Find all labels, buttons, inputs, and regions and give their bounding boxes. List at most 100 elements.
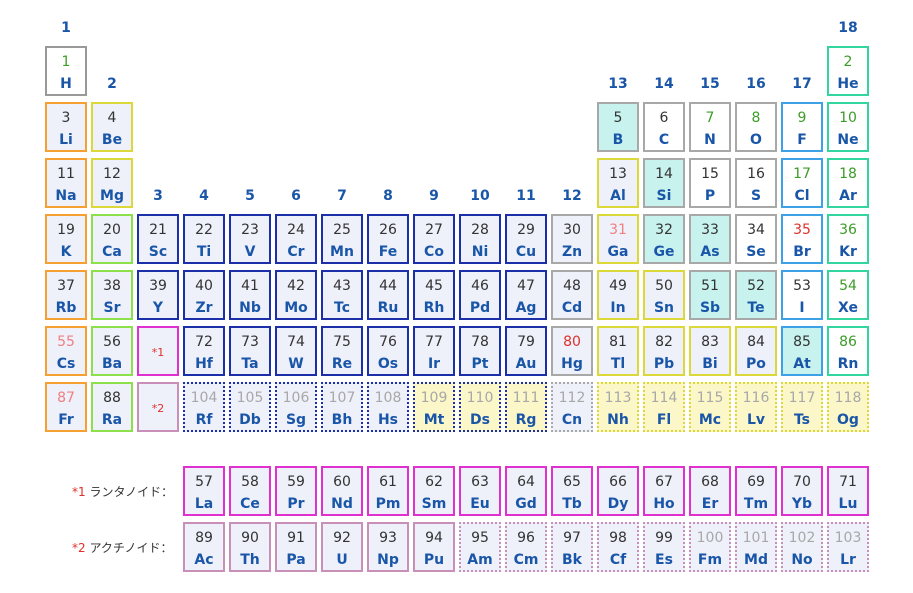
element-cell-la[interactable]: 57 La <box>183 466 225 516</box>
element-cell-o[interactable]: 8O <box>735 102 777 152</box>
element-cell-s[interactable]: 16 S <box>735 158 777 208</box>
element-cell-f[interactable]: 9F <box>781 102 823 152</box>
element-cell-gd[interactable]: 64 Gd <box>505 466 547 516</box>
element-cell-cr[interactable]: 24 Cr <box>275 214 317 264</box>
series-placeholder-cell[interactable]: *2 <box>137 382 179 432</box>
element-cell-eu[interactable]: 63 Eu <box>459 466 501 516</box>
element-cell-li[interactable]: 3 Li <box>45 102 87 152</box>
element-cell-dy[interactable]: 66 Dy <box>597 466 639 516</box>
element-cell-ir[interactable]: 77 Ir <box>413 326 455 376</box>
element-cell-rn[interactable]: 86 Rn <box>827 326 869 376</box>
element-cell-sc[interactable]: 21 Sc <box>137 214 179 264</box>
series-placeholder-cell[interactable]: *1 <box>137 326 179 376</box>
element-cell-n[interactable]: 7N <box>689 102 731 152</box>
element-cell-lv[interactable]: 116 Lv <box>735 382 777 432</box>
element-cell-re[interactable]: 75 Re <box>321 326 363 376</box>
element-cell-as[interactable]: 33 As <box>689 214 731 264</box>
element-cell-cl[interactable]: 17 Cl <box>781 158 823 208</box>
element-cell-rg[interactable]: 111 Rg <box>505 382 547 432</box>
element-cell-ts[interactable]: 117 Ts <box>781 382 823 432</box>
element-cell-k[interactable]: 19 K <box>45 214 87 264</box>
element-cell-v[interactable]: 23 V <box>229 214 271 264</box>
element-cell-zr[interactable]: 40 Zr <box>183 270 225 320</box>
element-cell-lr[interactable]: 103 Lr <box>827 522 869 572</box>
element-cell-cu[interactable]: 29 Cu <box>505 214 547 264</box>
element-cell-rb[interactable]: 37 Rb <box>45 270 87 320</box>
element-cell-po[interactable]: 84 Po <box>735 326 777 376</box>
element-cell-fr[interactable]: 87 Fr <box>45 382 87 432</box>
element-cell-mo[interactable]: 42 Mo <box>275 270 317 320</box>
element-cell-tm[interactable]: 69 Tm <box>735 466 777 516</box>
element-cell-na[interactable]: 11 Na <box>45 158 87 208</box>
element-cell-sn[interactable]: 50 Sn <box>643 270 685 320</box>
element-cell-es[interactable]: 99 Es <box>643 522 685 572</box>
element-cell-i[interactable]: 53 I <box>781 270 823 320</box>
element-cell-yb[interactable]: 70 Yb <box>781 466 823 516</box>
element-cell-fl[interactable]: 114 Fl <box>643 382 685 432</box>
element-cell-te[interactable]: 52 Te <box>735 270 777 320</box>
element-cell-u[interactable]: 92 U <box>321 522 363 572</box>
element-cell-cm[interactable]: 96 Cm <box>505 522 547 572</box>
element-cell-ag[interactable]: 47 Ag <box>505 270 547 320</box>
element-cell-mn[interactable]: 25 Mn <box>321 214 363 264</box>
element-cell-db[interactable]: 105 Db <box>229 382 271 432</box>
element-cell-cf[interactable]: 98 Cf <box>597 522 639 572</box>
element-cell-og[interactable]: 118 Og <box>827 382 869 432</box>
element-cell-ba[interactable]: 56 Ba <box>91 326 133 376</box>
element-cell-nd[interactable]: 60 Nd <box>321 466 363 516</box>
element-cell-pr[interactable]: 59 Pr <box>275 466 317 516</box>
element-cell-ca[interactable]: 20 Ca <box>91 214 133 264</box>
element-cell-pd[interactable]: 46 Pd <box>459 270 501 320</box>
element-cell-bi[interactable]: 83 Bi <box>689 326 731 376</box>
element-cell-in[interactable]: 49 In <box>597 270 639 320</box>
element-cell-co[interactable]: 27 Co <box>413 214 455 264</box>
element-cell-tl[interactable]: 81 Tl <box>597 326 639 376</box>
element-cell-tc[interactable]: 43 Tc <box>321 270 363 320</box>
element-cell-ce[interactable]: 58 Ce <box>229 466 271 516</box>
element-cell-at[interactable]: 85 At <box>781 326 823 376</box>
element-cell-br[interactable]: 35 Br <box>781 214 823 264</box>
element-cell-mg[interactable]: 12 Mg <box>91 158 133 208</box>
element-cell-md[interactable]: 101 Md <box>735 522 777 572</box>
element-cell-p[interactable]: 15 P <box>689 158 731 208</box>
element-cell-b[interactable]: 5B <box>597 102 639 152</box>
element-cell-nh[interactable]: 113 Nh <box>597 382 639 432</box>
element-cell-hs[interactable]: 108 Hs <box>367 382 409 432</box>
element-cell-rh[interactable]: 45 Rh <box>413 270 455 320</box>
element-cell-np[interactable]: 93 Np <box>367 522 409 572</box>
element-cell-kr[interactable]: 36 Kr <box>827 214 869 264</box>
element-cell-zn[interactable]: 30 Zn <box>551 214 593 264</box>
element-cell-er[interactable]: 68 Er <box>689 466 731 516</box>
element-cell-rf[interactable]: 104 Rf <box>183 382 225 432</box>
element-cell-ds[interactable]: 110 Ds <box>459 382 501 432</box>
element-cell-y[interactable]: 39 Y <box>137 270 179 320</box>
element-cell-c[interactable]: 6C <box>643 102 685 152</box>
element-cell-ar[interactable]: 18 Ar <box>827 158 869 208</box>
element-cell-sr[interactable]: 38 Sr <box>91 270 133 320</box>
element-cell-bk[interactable]: 97 Bk <box>551 522 593 572</box>
element-cell-h[interactable]: 1H <box>45 46 87 96</box>
element-cell-no[interactable]: 102 No <box>781 522 823 572</box>
element-cell-au[interactable]: 79 Au <box>505 326 547 376</box>
element-cell-ho[interactable]: 67 Ho <box>643 466 685 516</box>
element-cell-hf[interactable]: 72 Hf <box>183 326 225 376</box>
element-cell-he[interactable]: 2 He <box>827 46 869 96</box>
element-cell-bh[interactable]: 107 Bh <box>321 382 363 432</box>
element-cell-ac[interactable]: 89 Ac <box>183 522 225 572</box>
element-cell-pa[interactable]: 91 Pa <box>275 522 317 572</box>
element-cell-pt[interactable]: 78 Pt <box>459 326 501 376</box>
element-cell-pb[interactable]: 82 Pb <box>643 326 685 376</box>
element-cell-ne[interactable]: 10 Ne <box>827 102 869 152</box>
element-cell-cs[interactable]: 55 Cs <box>45 326 87 376</box>
element-cell-mc[interactable]: 115 Mc <box>689 382 731 432</box>
element-cell-sg[interactable]: 106 Sg <box>275 382 317 432</box>
element-cell-th[interactable]: 90 Th <box>229 522 271 572</box>
element-cell-os[interactable]: 76 Os <box>367 326 409 376</box>
element-cell-sm[interactable]: 62 Sm <box>413 466 455 516</box>
element-cell-cn[interactable]: 112 Cn <box>551 382 593 432</box>
element-cell-cd[interactable]: 48 Cd <box>551 270 593 320</box>
element-cell-ge[interactable]: 32 Ge <box>643 214 685 264</box>
element-cell-tb[interactable]: 65 Tb <box>551 466 593 516</box>
element-cell-ga[interactable]: 31 Ga <box>597 214 639 264</box>
element-cell-ti[interactable]: 22 Ti <box>183 214 225 264</box>
